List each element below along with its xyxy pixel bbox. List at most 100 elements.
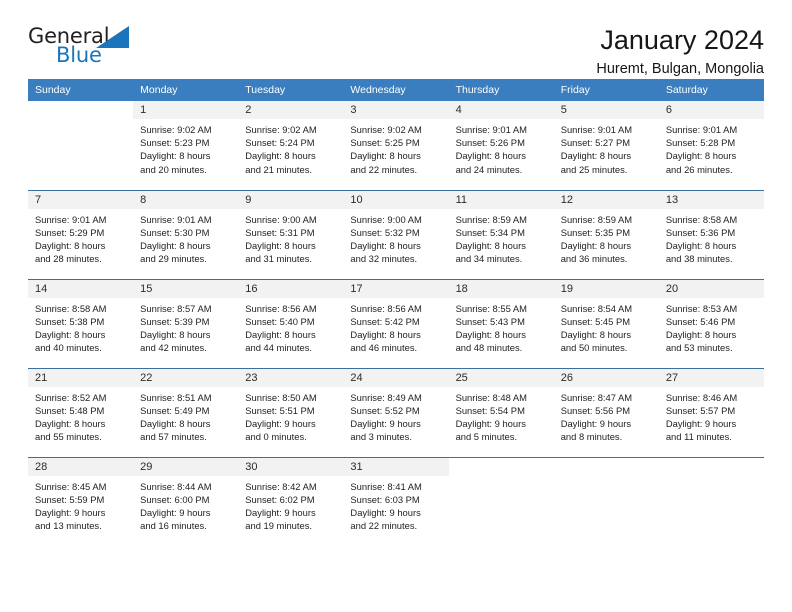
day-details: Sunrise: 9:02 AM Sunset: 5:24 PM Daylight:… bbox=[238, 119, 343, 176]
calendar-day-cell[interactable]: 31 Sunrise: 8:41 AM Sunset: 6:03 PM Dayligh… bbox=[343, 456, 449, 546]
daylight-text-line2: and 55 minutes. bbox=[35, 431, 102, 443]
sunset-text: Sunset: 5:48 PM bbox=[35, 404, 105, 416]
day-details: Sunrise: 8:59 AM Sunset: 5:34 PM Daylight:… bbox=[449, 209, 554, 266]
calendar-week-row: 14 Sunrise: 8:58 AM Sunset: 5:38 PM Dayligh… bbox=[28, 278, 764, 368]
calendar-day-cell[interactable]: 3 Sunrise: 9:02 AM Sunset: 5:25 PM Daylight… bbox=[343, 101, 449, 190]
daylight-text-line2: and 46 minutes. bbox=[350, 342, 418, 354]
calendar-empty-cell bbox=[448, 456, 554, 546]
day-details: Sunrise: 8:42 AM Sunset: 6:02 PM Daylight:… bbox=[238, 476, 343, 533]
day-number: 29 bbox=[133, 457, 239, 476]
daylight-text-line1: Daylight: 8 hours bbox=[560, 239, 632, 251]
day-details: Sunrise: 9:01 AM Sunset: 5:29 PM Daylight:… bbox=[28, 209, 133, 266]
daylight-text-line2: and 16 minutes. bbox=[140, 520, 207, 532]
weekday-header-friday: Friday bbox=[553, 79, 659, 101]
weekday-header-monday: Monday bbox=[133, 79, 239, 101]
calendar-day-cell[interactable]: 11 Sunrise: 8:59 AM Sunset: 5:34 PM Dayligh… bbox=[448, 189, 554, 279]
day-details: Sunrise: 8:53 AM Sunset: 5:46 PM Daylight:… bbox=[659, 298, 764, 355]
sunrise-text: Sunrise: 8:42 AM bbox=[245, 480, 317, 492]
sunrise-text: Sunrise: 9:01 AM bbox=[35, 213, 107, 225]
sunset-text: Sunset: 5:45 PM bbox=[560, 315, 631, 327]
daylight-text-line1: Daylight: 8 hours bbox=[35, 328, 106, 340]
calendar-day-cell[interactable]: 2 Sunrise: 9:02 AM Sunset: 5:24 PM Daylight… bbox=[238, 101, 344, 190]
calendar-day-cell[interactable]: 27 Sunrise: 8:46 AM Sunset: 5:57 PM Dayligh… bbox=[658, 367, 764, 457]
calendar-day-cell[interactable]: 29 Sunrise: 8:44 AM Sunset: 6:00 PM Dayligh… bbox=[133, 456, 239, 546]
calendar-week-row: 21 Sunrise: 8:52 AM Sunset: 5:48 PM Dayligh… bbox=[28, 367, 764, 457]
day-details: Sunrise: 8:48 AM Sunset: 5:54 PM Daylight:… bbox=[449, 387, 554, 444]
calendar-day-cell[interactable]: 12 Sunrise: 8:59 AM Sunset: 5:35 PM Dayligh… bbox=[553, 189, 659, 279]
calendar-day-cell[interactable]: 25 Sunrise: 8:48 AM Sunset: 5:54 PM Dayligh… bbox=[448, 367, 554, 457]
calendar-week-row: 28 Sunrise: 8:45 AM Sunset: 5:59 PM Dayligh… bbox=[28, 456, 764, 546]
calendar-page: General Blue January 2024 Huremt, Bulgan… bbox=[0, 0, 792, 612]
calendar-day-cell[interactable]: 5 Sunrise: 9:01 AM Sunset: 5:27 PM Daylight… bbox=[553, 101, 659, 190]
sunset-text: Sunset: 5:28 PM bbox=[665, 137, 736, 149]
calendar-empty-cell bbox=[28, 101, 134, 190]
daylight-text-line2: and 25 minutes. bbox=[560, 163, 628, 175]
day-details: Sunrise: 9:00 AM Sunset: 5:32 PM Daylight:… bbox=[343, 209, 448, 266]
daylight-text-line2: and 24 minutes. bbox=[455, 163, 523, 175]
calendar-day-cell[interactable]: 28 Sunrise: 8:45 AM Sunset: 5:59 PM Dayligh… bbox=[28, 456, 134, 546]
sunset-text: Sunset: 5:30 PM bbox=[140, 226, 210, 238]
day-number: 31 bbox=[343, 457, 449, 476]
sunset-text: Sunset: 5:29 PM bbox=[35, 226, 105, 238]
daylight-text-line2: and 44 minutes. bbox=[245, 342, 312, 354]
calendar-day-cell[interactable]: 1 Sunrise: 9:02 AM Sunset: 5:23 PM Daylight… bbox=[133, 101, 239, 190]
sunrise-text: Sunrise: 8:56 AM bbox=[350, 302, 422, 314]
sunset-text: Sunset: 5:40 PM bbox=[245, 315, 315, 327]
day-details: Sunrise: 8:45 AM Sunset: 5:59 PM Daylight:… bbox=[28, 476, 133, 533]
sunrise-text: Sunrise: 8:50 AM bbox=[245, 391, 317, 403]
daylight-text-line2: and 26 minutes. bbox=[665, 163, 733, 175]
sunset-text: Sunset: 5:34 PM bbox=[455, 226, 525, 238]
calendar-day-cell[interactable]: 21 Sunrise: 8:52 AM Sunset: 5:48 PM Dayligh… bbox=[28, 367, 134, 457]
day-details: Sunrise: 9:00 AM Sunset: 5:31 PM Daylight:… bbox=[238, 209, 343, 266]
sunrise-text: Sunrise: 9:01 AM bbox=[140, 213, 212, 225]
calendar-day-cell[interactable]: 10 Sunrise: 9:00 AM Sunset: 5:32 PM Dayligh… bbox=[343, 189, 449, 279]
weekday-header-row: Sunday Monday Tuesday Wednesday Thursday… bbox=[28, 79, 764, 101]
day-details: Sunrise: 8:54 AM Sunset: 5:45 PM Daylight:… bbox=[554, 298, 659, 355]
daylight-text-line1: Daylight: 8 hours bbox=[455, 150, 526, 162]
day-details: Sunrise: 8:44 AM Sunset: 6:00 PM Daylight:… bbox=[133, 476, 238, 533]
day-number: 15 bbox=[133, 279, 239, 298]
calendar-day-cell[interactable]: 9 Sunrise: 9:00 AM Sunset: 5:31 PM Daylight… bbox=[238, 189, 344, 279]
general-blue-logo[interactable]: General Blue bbox=[28, 24, 148, 72]
calendar-day-cell[interactable]: 4 Sunrise: 9:01 AM Sunset: 5:26 PM Daylight… bbox=[448, 101, 554, 190]
sunset-text: Sunset: 5:52 PM bbox=[350, 404, 420, 416]
calendar-day-cell[interactable]: 8 Sunrise: 9:01 AM Sunset: 5:30 PM Daylight… bbox=[133, 189, 239, 279]
day-details: Sunrise: 8:58 AM Sunset: 5:36 PM Daylight:… bbox=[659, 209, 764, 266]
sunrise-text: Sunrise: 9:01 AM bbox=[455, 124, 527, 135]
calendar-day-cell[interactable]: 23 Sunrise: 8:50 AM Sunset: 5:51 PM Dayligh… bbox=[238, 367, 344, 457]
sunrise-text: Sunrise: 8:48 AM bbox=[455, 391, 527, 403]
daylight-text-line1: Daylight: 8 hours bbox=[140, 150, 211, 162]
calendar-day-cell[interactable]: 14 Sunrise: 8:58 AM Sunset: 5:38 PM Dayligh… bbox=[28, 278, 134, 368]
calendar-day-cell[interactable]: 15 Sunrise: 8:57 AM Sunset: 5:39 PM Dayligh… bbox=[133, 278, 239, 368]
calendar-day-cell[interactable]: 19 Sunrise: 8:54 AM Sunset: 5:45 PM Dayligh… bbox=[553, 278, 659, 368]
day-number: 5 bbox=[553, 101, 659, 119]
calendar-day-cell[interactable]: 18 Sunrise: 8:55 AM Sunset: 5:43 PM Dayligh… bbox=[448, 278, 554, 368]
sunrise-text: Sunrise: 8:55 AM bbox=[455, 302, 527, 314]
daylight-text-line2: and 20 minutes. bbox=[140, 163, 207, 175]
sunrise-text: Sunrise: 9:00 AM bbox=[245, 213, 317, 225]
daylight-text-line2: and 31 minutes. bbox=[245, 253, 312, 265]
calendar-day-cell[interactable]: 6 Sunrise: 9:01 AM Sunset: 5:28 PM Daylight… bbox=[658, 101, 764, 190]
daylight-text-line2: and 11 minutes. bbox=[665, 431, 732, 443]
calendar-day-cell[interactable]: 26 Sunrise: 8:47 AM Sunset: 5:56 PM Dayligh… bbox=[553, 367, 659, 457]
day-number: 16 bbox=[238, 279, 344, 298]
day-number: 17 bbox=[343, 279, 449, 298]
calendar-day-cell[interactable]: 22 Sunrise: 8:51 AM Sunset: 5:49 PM Dayligh… bbox=[133, 367, 239, 457]
calendar-day-cell[interactable]: 17 Sunrise: 8:56 AM Sunset: 5:42 PM Dayligh… bbox=[343, 278, 449, 368]
calendar-day-cell[interactable]: 24 Sunrise: 8:49 AM Sunset: 5:52 PM Dayligh… bbox=[343, 367, 449, 457]
calendar-day-cell[interactable]: 13 Sunrise: 8:58 AM Sunset: 5:36 PM Dayligh… bbox=[658, 189, 764, 279]
daylight-text-line1: Daylight: 8 hours bbox=[35, 239, 106, 251]
sunset-text: Sunset: 5:31 PM bbox=[245, 226, 315, 238]
day-details: Sunrise: 8:51 AM Sunset: 5:49 PM Daylight:… bbox=[133, 387, 238, 444]
day-details: Sunrise: 8:58 AM Sunset: 5:38 PM Daylight:… bbox=[28, 298, 133, 355]
calendar-day-cell[interactable]: 16 Sunrise: 8:56 AM Sunset: 5:40 PM Dayligh… bbox=[238, 278, 344, 368]
daylight-text-line1: Daylight: 8 hours bbox=[350, 150, 421, 162]
sunrise-text: Sunrise: 8:44 AM bbox=[140, 480, 212, 492]
day-number: 14 bbox=[28, 279, 134, 298]
calendar-day-cell[interactable]: 20 Sunrise: 8:53 AM Sunset: 5:46 PM Dayligh… bbox=[658, 278, 764, 368]
weekday-header-sunday: Sunday bbox=[28, 79, 134, 101]
calendar-day-cell[interactable]: 7 Sunrise: 9:01 AM Sunset: 5:29 PM Daylight… bbox=[28, 189, 134, 279]
calendar-day-cell[interactable]: 30 Sunrise: 8:42 AM Sunset: 6:02 PM Dayligh… bbox=[238, 456, 344, 546]
day-details: Sunrise: 8:56 AM Sunset: 5:40 PM Daylight:… bbox=[238, 298, 343, 355]
daylight-text-line1: Daylight: 9 hours bbox=[350, 506, 421, 518]
